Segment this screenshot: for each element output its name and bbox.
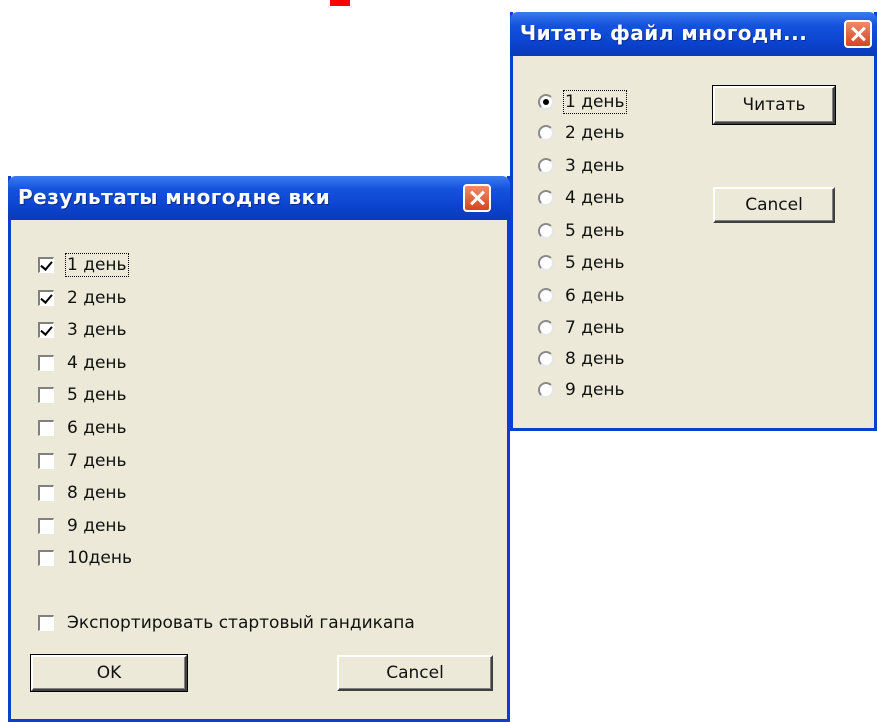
day-radio-label: 4 день bbox=[565, 188, 625, 208]
day-radio-label: 5 день bbox=[565, 253, 625, 273]
checkbox-icon[interactable] bbox=[38, 290, 54, 306]
day-checkbox-label: 6 день bbox=[67, 418, 127, 438]
read-file-dialog-title: Читать файл многодн... bbox=[520, 21, 808, 45]
day-checkbox-label: 3 день bbox=[67, 320, 127, 340]
day-checkbox-label: 1 день bbox=[65, 253, 129, 277]
day-checkbox-10[interactable]: 10день bbox=[38, 544, 132, 572]
day-radio-label: 3 день bbox=[565, 156, 625, 176]
checkbox-icon[interactable] bbox=[38, 518, 54, 534]
read-file-dialog-titlebar[interactable]: Читать файл многодн... bbox=[510, 12, 877, 56]
export-handicap-label: Экспортировать стартовый гандикапа bbox=[67, 613, 415, 633]
export-handicap-checkbox[interactable]: Экспортировать стартовый гандикапа bbox=[38, 609, 415, 637]
radio-icon[interactable] bbox=[538, 351, 554, 367]
day-radio-10[interactable]: 9 день bbox=[538, 376, 625, 404]
day-radio-label: 5 день bbox=[565, 221, 625, 241]
read-file-close-icon[interactable] bbox=[844, 20, 872, 48]
read-file-dialog: Читать файл многодн... 1 день 2 день 3 д… bbox=[510, 12, 877, 431]
day-checkbox-6[interactable]: 6 день bbox=[38, 414, 127, 442]
day-radio-8[interactable]: 7 день bbox=[538, 314, 625, 342]
radio-icon[interactable] bbox=[538, 158, 554, 174]
results-close-icon[interactable] bbox=[463, 184, 491, 212]
checkbox-icon[interactable] bbox=[38, 420, 54, 436]
day-checkbox-5[interactable]: 5 день bbox=[38, 381, 127, 409]
day-radio-9[interactable]: 8 день bbox=[538, 345, 625, 373]
day-checkbox-2[interactable]: 2 день bbox=[38, 284, 127, 312]
radio-icon[interactable] bbox=[538, 255, 554, 271]
day-radio-label: 9 день bbox=[565, 380, 625, 400]
radio-icon[interactable] bbox=[538, 125, 554, 141]
radio-icon[interactable] bbox=[538, 94, 554, 110]
radio-icon[interactable] bbox=[538, 288, 554, 304]
results-dialog-titlebar[interactable]: Результаты многодне вки bbox=[8, 176, 510, 220]
results-dialog-title: Результаты многодне вки bbox=[18, 185, 331, 209]
day-checkbox-label: 9 день bbox=[67, 516, 127, 536]
day-radio-2[interactable]: 2 день bbox=[538, 119, 625, 147]
day-checkbox-8[interactable]: 8 день bbox=[38, 479, 127, 507]
radio-icon[interactable] bbox=[538, 223, 554, 239]
day-checkbox-7[interactable]: 7 день bbox=[38, 447, 127, 475]
checkbox-icon[interactable] bbox=[38, 322, 54, 338]
checkbox-icon[interactable] bbox=[38, 453, 54, 469]
day-radio-3[interactable]: 3 день bbox=[538, 152, 625, 180]
radio-icon[interactable] bbox=[538, 382, 554, 398]
red-mark bbox=[330, 0, 350, 6]
results-dialog: Результаты многодне вки 1 день 2 день 3 … bbox=[8, 176, 510, 722]
checkbox-icon[interactable] bbox=[38, 257, 54, 273]
checkbox-icon[interactable] bbox=[38, 355, 54, 371]
day-checkbox-3[interactable]: 3 день bbox=[38, 316, 127, 344]
day-checkbox-label: 5 день bbox=[67, 385, 127, 405]
day-checkbox-1[interactable]: 1 день bbox=[38, 251, 129, 279]
checkbox-icon[interactable] bbox=[38, 615, 54, 631]
checkbox-icon[interactable] bbox=[38, 485, 54, 501]
radio-icon[interactable] bbox=[538, 320, 554, 336]
checkbox-icon[interactable] bbox=[38, 550, 54, 566]
radio-icon[interactable] bbox=[538, 190, 554, 206]
day-checkbox-label: 7 день bbox=[67, 451, 127, 471]
day-radio-label: 2 день bbox=[565, 123, 625, 143]
day-checkbox-4[interactable]: 4 день bbox=[38, 349, 127, 377]
day-checkbox-label: 10день bbox=[67, 548, 132, 568]
day-radio-label: 6 день bbox=[565, 286, 625, 306]
day-radio-1[interactable]: 1 день bbox=[538, 88, 627, 116]
day-radio-6[interactable]: 5 день bbox=[538, 249, 625, 277]
ok-button[interactable]: OK bbox=[30, 654, 188, 692]
day-checkbox-9[interactable]: 9 день bbox=[38, 512, 127, 540]
checkbox-icon[interactable] bbox=[38, 387, 54, 403]
results-cancel-button[interactable]: Cancel bbox=[337, 655, 493, 691]
day-radio-label: 7 день bbox=[565, 318, 625, 338]
day-radio-5[interactable]: 5 день bbox=[538, 217, 625, 245]
day-radio-7[interactable]: 6 день bbox=[538, 282, 625, 310]
day-checkbox-label: 2 день bbox=[67, 288, 127, 308]
day-radio-4[interactable]: 4 день bbox=[538, 184, 625, 212]
day-radio-label: 8 день bbox=[565, 349, 625, 369]
read-button[interactable]: Читать bbox=[712, 85, 836, 125]
day-checkbox-label: 4 день bbox=[67, 353, 127, 373]
day-radio-label: 1 день bbox=[563, 90, 627, 114]
read-file-cancel-button[interactable]: Cancel bbox=[713, 187, 835, 223]
day-checkbox-label: 8 день bbox=[67, 483, 127, 503]
